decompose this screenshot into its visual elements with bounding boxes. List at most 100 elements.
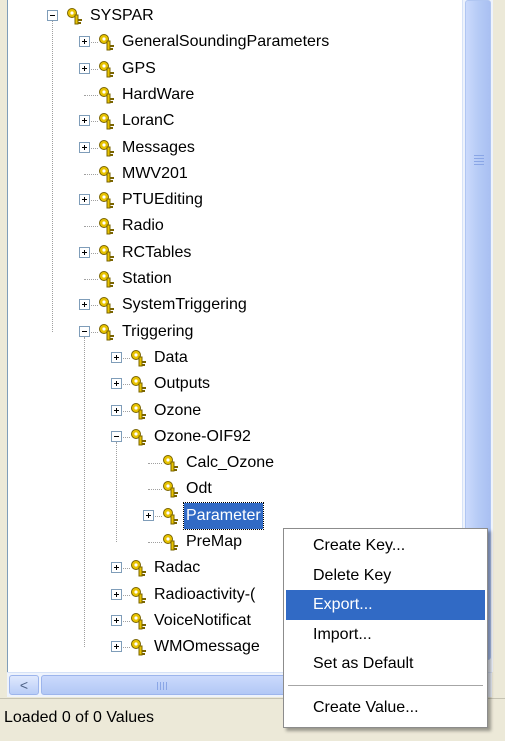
tree-node[interactable]: Radio bbox=[8, 213, 463, 239]
tree-node[interactable]: HardWare bbox=[8, 82, 463, 108]
registry-key-icon bbox=[98, 270, 116, 288]
tree-node[interactable]: Station bbox=[8, 266, 463, 292]
tree-node[interactable]: Data bbox=[8, 345, 463, 371]
tree-connector bbox=[84, 226, 98, 228]
registry-key-icon bbox=[98, 86, 116, 104]
tree-node-label[interactable]: SYSPAR bbox=[88, 3, 156, 29]
registry-key-icon bbox=[66, 7, 84, 25]
menu-item-import[interactable]: Import... bbox=[286, 620, 485, 650]
plus-box-icon[interactable] bbox=[79, 62, 90, 74]
menu-item-delete-key[interactable]: Delete Key bbox=[286, 561, 485, 591]
plus-box-icon[interactable] bbox=[111, 562, 122, 574]
tree-node-label[interactable]: Radioactivity-( bbox=[152, 582, 257, 608]
tree-node[interactable]: MWV201 bbox=[8, 161, 463, 187]
tree-node-label[interactable]: GPS bbox=[120, 56, 158, 82]
tree-node-label[interactable]: Outputs bbox=[152, 371, 212, 397]
plus-box-icon[interactable] bbox=[79, 36, 90, 48]
tree-connector bbox=[148, 463, 162, 465]
plus-box-icon[interactable] bbox=[111, 588, 122, 600]
scroll-left-arrow-icon[interactable]: < bbox=[9, 675, 39, 695]
registry-key-icon bbox=[98, 33, 116, 51]
registry-key-icon bbox=[98, 296, 116, 314]
tree-node-label[interactable]: Ozone bbox=[152, 398, 203, 424]
menu-separator bbox=[288, 684, 483, 687]
plus-box-icon[interactable] bbox=[79, 299, 90, 311]
registry-key-icon bbox=[130, 349, 148, 367]
tree-node-label[interactable]: Ozone-OIF92 bbox=[152, 424, 253, 450]
tree-node[interactable]: PTUEditing bbox=[8, 187, 463, 213]
plus-box-icon[interactable] bbox=[111, 614, 122, 626]
tree-node[interactable]: Triggering bbox=[8, 319, 463, 345]
tree-connector bbox=[148, 542, 162, 543]
menu-item-set-as-default[interactable]: Set as Default bbox=[286, 649, 485, 679]
tree-node-label[interactable]: Station bbox=[120, 266, 174, 292]
plus-box-icon[interactable] bbox=[111, 404, 122, 416]
plus-box-icon[interactable] bbox=[79, 141, 90, 153]
tree-node-label[interactable]: LoranC bbox=[120, 108, 176, 134]
tree-node-label[interactable]: MWV201 bbox=[120, 161, 190, 187]
tree-node-label[interactable]: Radac bbox=[152, 555, 202, 581]
tree-node[interactable]: SYSPAR bbox=[8, 3, 463, 29]
tree-node[interactable]: GPS bbox=[8, 56, 463, 82]
registry-key-icon bbox=[130, 375, 148, 393]
minus-box-icon[interactable] bbox=[47, 10, 58, 21]
tree-node-label[interactable]: PTUEditing bbox=[120, 187, 205, 213]
tree-node[interactable]: LoranC bbox=[8, 108, 463, 134]
registry-key-icon bbox=[98, 323, 116, 341]
registry-key-icon bbox=[162, 507, 180, 525]
menu-item-create-value[interactable]: Create Value... bbox=[286, 693, 485, 723]
horizontal-scroll-thumb[interactable] bbox=[41, 675, 286, 695]
menu-item-export[interactable]: Export... bbox=[286, 590, 485, 620]
plus-box-icon[interactable] bbox=[111, 378, 122, 390]
tree-node-label[interactable]: WMOmessage bbox=[152, 634, 262, 660]
tree-node[interactable]: Outputs bbox=[8, 371, 463, 397]
tree-node-label[interactable]: Messages bbox=[120, 135, 197, 161]
tree-node[interactable]: GeneralSoundingParameters bbox=[8, 29, 463, 55]
tree-connector bbox=[84, 336, 85, 648]
registry-key-icon bbox=[130, 612, 148, 630]
registry-key-icon bbox=[130, 428, 148, 446]
tree-node-label[interactable]: Calc_Ozone bbox=[184, 450, 276, 476]
tree-node-label[interactable]: Triggering bbox=[120, 319, 195, 345]
tree-connector bbox=[52, 21, 53, 332]
tree-connector bbox=[84, 173, 98, 175]
plus-box-icon[interactable] bbox=[111, 351, 122, 363]
menu-item-create-key[interactable]: Create Key... bbox=[286, 531, 485, 561]
tree-connector bbox=[148, 489, 162, 491]
tree-node-label[interactable]: PreMap bbox=[184, 529, 244, 555]
registry-key-icon bbox=[162, 480, 180, 498]
plus-box-icon[interactable] bbox=[143, 509, 154, 521]
registry-key-icon bbox=[98, 217, 116, 235]
tree-node-label[interactable]: Radio bbox=[120, 213, 166, 239]
tree-node[interactable]: Ozone-OIF92 bbox=[8, 424, 463, 450]
tree-node[interactable]: RCTables bbox=[8, 240, 463, 266]
plus-box-icon[interactable] bbox=[79, 194, 90, 206]
tree-node[interactable]: Messages bbox=[8, 135, 463, 161]
plus-box-icon[interactable] bbox=[111, 641, 122, 653]
tree-node-label[interactable]: GeneralSoundingParameters bbox=[120, 29, 331, 55]
grip-icon bbox=[157, 682, 169, 690]
tree-node[interactable]: Ozone bbox=[8, 398, 463, 424]
tree-node-label[interactable]: Parameter bbox=[183, 501, 264, 530]
status-text: Loaded 0 of 0 Values bbox=[4, 709, 155, 726]
registry-key-icon bbox=[130, 638, 148, 656]
tree-node[interactable]: Calc_Ozone bbox=[8, 450, 463, 476]
tree-node[interactable]: Odt bbox=[8, 476, 463, 502]
registry-key-icon bbox=[162, 454, 180, 472]
tree-node-label[interactable]: Odt bbox=[184, 476, 214, 502]
registry-key-icon bbox=[130, 402, 148, 420]
tree-node[interactable]: SystemTriggering bbox=[8, 292, 463, 318]
minus-box-icon[interactable] bbox=[111, 430, 122, 442]
tree-node-label[interactable]: HardWare bbox=[120, 82, 196, 108]
registry-key-icon bbox=[162, 533, 180, 551]
registry-key-icon bbox=[98, 112, 116, 130]
registry-key-icon bbox=[130, 586, 148, 604]
tree-node-label[interactable]: RCTables bbox=[120, 240, 193, 266]
tree-node-label[interactable]: Data bbox=[152, 345, 190, 371]
minus-box-icon[interactable] bbox=[79, 325, 90, 337]
plus-box-icon[interactable] bbox=[79, 115, 90, 127]
tree-node-label[interactable]: SystemTriggering bbox=[120, 292, 249, 318]
plus-box-icon[interactable] bbox=[79, 246, 90, 258]
tree-node[interactable]: Parameter bbox=[8, 501, 463, 530]
tree-node-label[interactable]: VoiceNotificat bbox=[152, 608, 253, 634]
